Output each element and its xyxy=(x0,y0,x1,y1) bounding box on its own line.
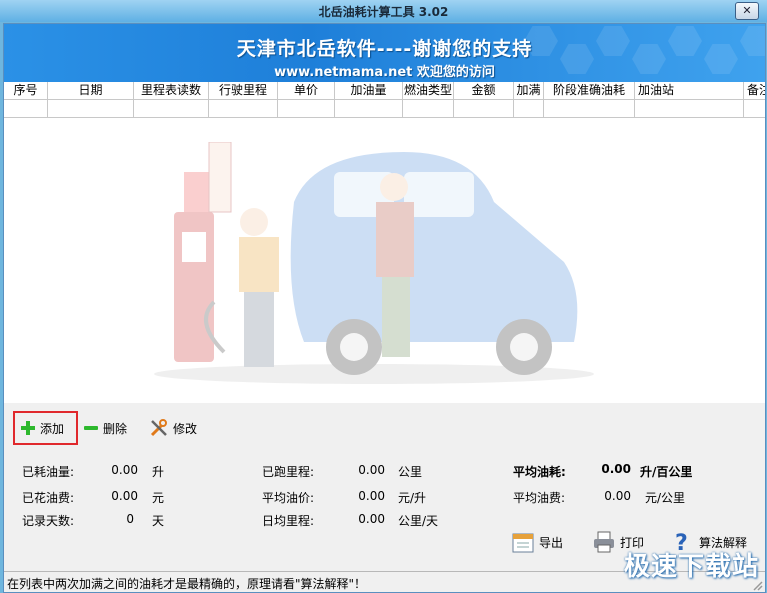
minus-icon xyxy=(84,426,98,430)
column-header-date[interactable]: 日期 xyxy=(48,82,134,100)
avg-consumption-unit: 升/百公里 xyxy=(640,465,693,479)
window-title: 北岳油耗计算工具 3.02 xyxy=(318,5,449,19)
spent-fuel-cost-value: 0.00 xyxy=(111,489,138,503)
run-mileage-unit: 公里 xyxy=(398,465,423,479)
column-header-odometer[interactable]: 里程表读数 xyxy=(134,82,209,100)
table-cell[interactable] xyxy=(278,100,335,118)
column-header-remarks[interactable]: 备注 xyxy=(744,82,765,100)
avg-consumption-label: 平均油耗: xyxy=(513,465,566,479)
table-cell[interactable] xyxy=(335,100,403,118)
avg-cost-value: 0.00 xyxy=(604,489,631,503)
table-cell[interactable] xyxy=(744,100,765,118)
table-cell[interactable] xyxy=(544,100,635,118)
column-header-index[interactable]: 序号 xyxy=(4,82,48,100)
daily-mileage-unit: 公里/天 xyxy=(398,514,439,528)
table-cell[interactable] xyxy=(403,100,454,118)
table-cell[interactable] xyxy=(514,100,544,118)
table-row[interactable] xyxy=(4,100,765,118)
column-header-unit-price[interactable]: 单价 xyxy=(278,82,335,100)
edit-button-label: 修改 xyxy=(173,421,198,436)
table-cell[interactable] xyxy=(209,100,278,118)
watermark-text: 极速下载站 xyxy=(623,552,759,582)
add-button-label: 添加 xyxy=(40,421,65,436)
daily-mileage-value: 0.00 xyxy=(358,512,385,526)
run-mileage-value: 0.00 xyxy=(358,463,385,477)
avg-price-unit: 元/升 xyxy=(398,491,427,505)
printer-icon xyxy=(594,531,614,553)
run-mileage-label: 已跑里程: xyxy=(262,465,315,479)
avg-price-value: 0.00 xyxy=(358,489,385,503)
spent-fuel-cost-label: 已花油费: xyxy=(22,491,75,505)
avg-price-label: 平均油价: xyxy=(262,491,315,505)
consumed-fuel-value: 0.00 xyxy=(111,463,138,477)
edit-button[interactable]: 修改 xyxy=(149,417,197,439)
avg-cost-label: 平均油费: xyxy=(513,491,566,505)
gas-station-illustration xyxy=(154,142,594,384)
close-button[interactable]: ✕ xyxy=(735,2,759,20)
records-table[interactable]: 序号 日期 里程表读数 行驶里程 单价 加油量 燃油类型 金额 加满 阶段准确油… xyxy=(4,82,765,403)
table-cell[interactable] xyxy=(635,100,744,118)
calendar-icon xyxy=(512,533,534,553)
banner: 天津市北岳软件----谢谢您的支持 www.netmama.net 欢迎您的访问 xyxy=(4,24,765,82)
table-cell[interactable] xyxy=(48,100,134,118)
record-days-value: 0 xyxy=(126,512,134,526)
table-header: 序号 日期 里程表读数 行驶里程 单价 加油量 燃油类型 金额 加满 阶段准确油… xyxy=(4,82,765,100)
table-cell[interactable] xyxy=(4,100,48,118)
banner-subtitle: www.netmama.net 欢迎您的访问 xyxy=(274,65,495,80)
avg-cost-unit: 元/公里 xyxy=(645,491,686,505)
table-cell[interactable] xyxy=(134,100,209,118)
column-header-amount[interactable]: 金额 xyxy=(454,82,514,100)
tools-icon xyxy=(150,419,167,437)
spent-fuel-cost-unit: 元 xyxy=(152,491,165,505)
main-window: 天津市北岳软件----谢谢您的支持 www.netmama.net 欢迎您的访问… xyxy=(3,23,766,593)
status-text: 在列表中两次加满之间的油耗才是最精确的，原理请看"算法解释"！ xyxy=(7,577,367,591)
column-header-stage-consumption[interactable]: 阶段准确油耗 xyxy=(544,82,635,100)
avg-consumption-value: 0.00 xyxy=(601,462,631,476)
daily-mileage-label: 日均里程: xyxy=(262,514,315,528)
record-days-unit: 天 xyxy=(152,514,165,528)
column-header-gas-station[interactable]: 加油站 xyxy=(635,82,744,100)
delete-button[interactable]: 删除 xyxy=(83,417,127,439)
add-button[interactable]: 添加 xyxy=(20,417,64,439)
plus-icon xyxy=(21,421,35,435)
column-header-full-tank[interactable]: 加满 xyxy=(514,82,544,100)
consumed-fuel-label: 已耗油量: xyxy=(22,465,75,479)
column-header-distance[interactable]: 行驶里程 xyxy=(209,82,278,100)
record-days-label: 记录天数: xyxy=(22,514,75,528)
delete-button-label: 删除 xyxy=(103,421,128,436)
export-button[interactable]: 导出 xyxy=(511,529,563,555)
banner-title: 天津市北岳软件----谢谢您的支持 xyxy=(236,38,533,60)
column-header-fuel-amount[interactable]: 加油量 xyxy=(335,82,403,100)
consumed-fuel-unit: 升 xyxy=(152,465,165,479)
title-bar: 北岳油耗计算工具 3.02 ✕ xyxy=(0,0,767,22)
export-button-label: 导出 xyxy=(539,535,564,550)
table-cell[interactable] xyxy=(454,100,514,118)
column-header-fuel-type[interactable]: 燃油类型 xyxy=(403,82,454,100)
